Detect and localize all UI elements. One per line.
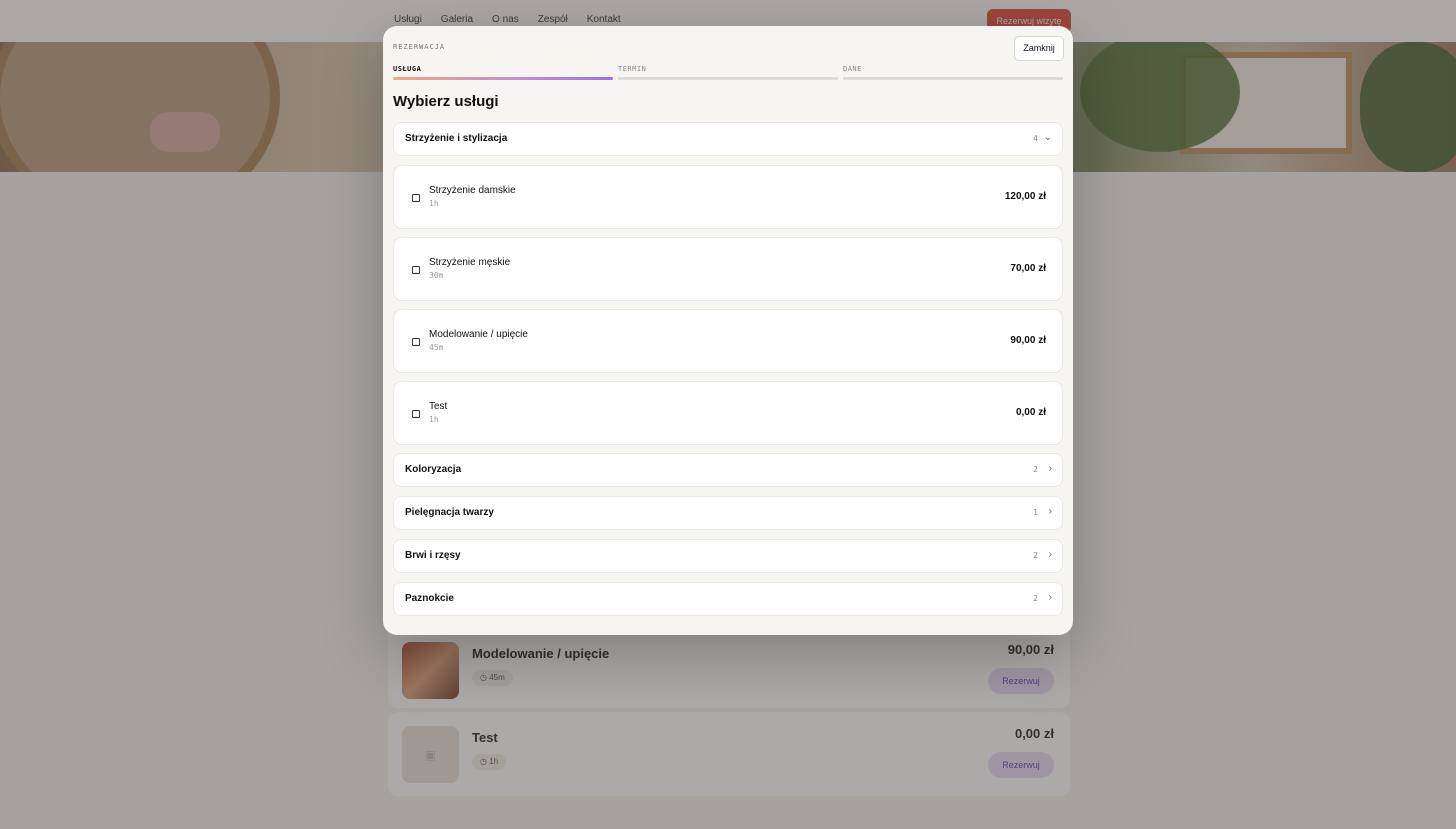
step-service: USŁUGA: [393, 65, 613, 80]
step-progress-bar: [618, 77, 838, 80]
service-checkbox[interactable]: [412, 194, 420, 202]
category-facial-care[interactable]: Pielęgnacja twarzy 1 ›: [393, 496, 1063, 530]
modal-eyebrow: REZERWACJA: [393, 43, 446, 51]
step-details: DANE: [843, 65, 1063, 80]
booking-steps: USŁUGA TERMIN DANE: [393, 65, 1063, 85]
service-checkbox[interactable]: [412, 338, 420, 346]
category-nails[interactable]: Paznokcie 2 ›: [393, 582, 1063, 616]
service-duration: 1h: [429, 415, 439, 424]
service-name: Strzyżenie damskie: [429, 185, 516, 196]
chevron-right-icon: ›: [1048, 506, 1052, 517]
booking-modal: REZERWACJA Zamknij USŁUGA TERMIN DANE Wy…: [383, 26, 1073, 635]
close-button[interactable]: Zamknij: [1014, 36, 1064, 61]
service-name: Modelowanie / upięcie: [429, 329, 528, 340]
category-name: Brwi i rzęsy: [405, 550, 461, 561]
chevron-right-icon: ›: [1048, 463, 1052, 474]
category-coloring[interactable]: Koloryzacja 2 ›: [393, 453, 1063, 487]
service-duration: 1h: [429, 199, 439, 208]
service-price: 120,00 zł: [1004, 191, 1046, 202]
service-option[interactable]: Modelowanie / upięcie 45m 90,00 zł: [393, 309, 1063, 373]
category-count: 1: [1033, 508, 1038, 517]
service-name: Strzyżenie męskie: [429, 257, 511, 268]
category-count: 2: [1033, 465, 1038, 474]
step-date: TERMIN: [618, 65, 838, 80]
chevron-down-icon: ⌄: [1043, 132, 1052, 143]
category-brows-lashes[interactable]: Brwi i rzęsy 2 ›: [393, 539, 1063, 573]
category-name: Paznokcie: [405, 593, 454, 604]
service-option[interactable]: Test 1h 0,00 zł: [393, 381, 1063, 445]
step-progress-bar: [393, 77, 613, 80]
step-label: DANE: [843, 65, 862, 73]
service-duration: 45m: [429, 343, 444, 352]
category-count: 2: [1033, 594, 1038, 603]
service-option[interactable]: Strzyżenie damskie 1h 120,00 zł: [393, 165, 1063, 229]
step-progress-bar: [843, 77, 1063, 80]
category-count: 4: [1033, 134, 1038, 143]
category-name: Pielęgnacja twarzy: [405, 507, 494, 518]
service-checkbox[interactable]: [412, 410, 420, 418]
service-price: 0,00 zł: [1015, 407, 1046, 418]
service-checkbox[interactable]: [412, 266, 420, 274]
service-name: Test: [429, 401, 448, 412]
service-duration: 30m: [429, 271, 444, 280]
category-name: Koloryzacja: [405, 464, 462, 475]
chevron-right-icon: ›: [1048, 592, 1052, 603]
chevron-right-icon: ›: [1048, 549, 1052, 560]
step-label: USŁUGA: [393, 65, 422, 73]
category-haircut-styling[interactable]: Strzyżenie i stylizacja 4 ⌄: [393, 122, 1063, 156]
modal-title: Wybierz usługi: [393, 93, 499, 110]
service-price: 90,00 zł: [1010, 335, 1046, 346]
service-option[interactable]: Strzyżenie męskie 30m 70,00 zł: [393, 237, 1063, 301]
service-price: 70,00 zł: [1010, 263, 1046, 274]
category-name: Strzyżenie i stylizacja: [405, 133, 508, 144]
category-count: 2: [1033, 551, 1038, 560]
step-label: TERMIN: [618, 65, 647, 73]
